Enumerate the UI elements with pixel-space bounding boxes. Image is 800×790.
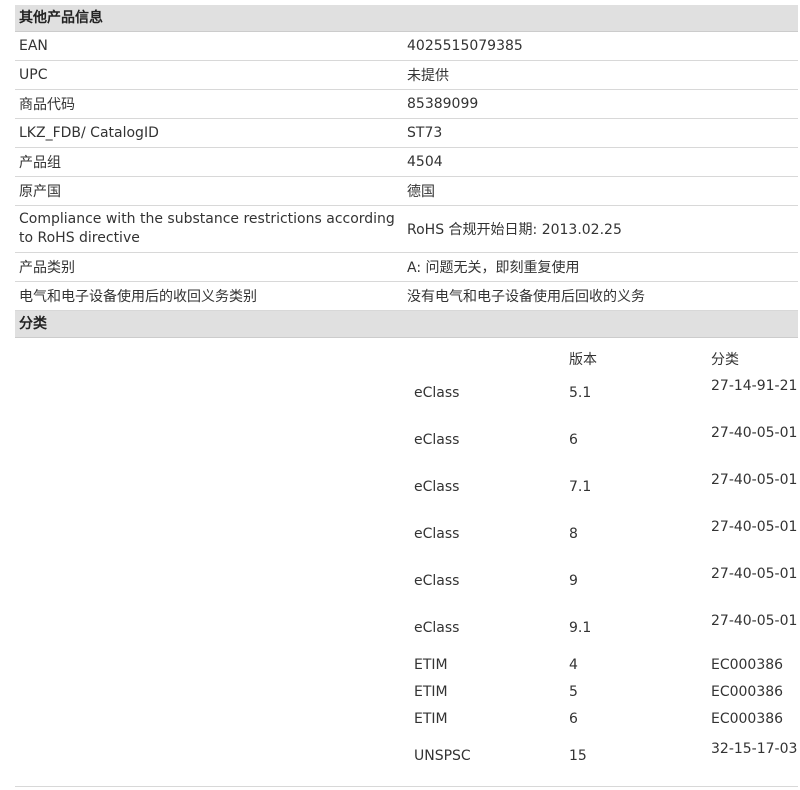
info-label: 产品组 [19, 155, 61, 171]
info-value: 4025515079385 [407, 38, 523, 54]
system-cell: UNSPSC [414, 748, 471, 764]
info-value: 85389099 [407, 96, 479, 112]
class-code-cell: EC000386 [711, 657, 784, 673]
info-label: UPC [19, 67, 48, 83]
info-value: 德国 [407, 184, 435, 200]
info-value: ST73 [407, 125, 443, 141]
version-cell: 7.1 [569, 479, 592, 495]
info-label: LKZ_FDB/ CatalogID [19, 125, 159, 141]
system-cell: eClass [414, 479, 460, 495]
system-cell: eClass [414, 573, 460, 589]
version-cell: 8 [569, 526, 578, 542]
info-row-upc: UPC 未提供 [15, 61, 798, 90]
info-label: Compliance with the substance restrictio… [19, 211, 395, 246]
info-label: 电气和电子设备使用后的收回义务类别 [19, 289, 257, 305]
class-code-cell: 27-40-05-01 [711, 472, 798, 488]
info-label: EAN [19, 38, 48, 54]
class-code-cell: 27-40-05-01 [711, 566, 798, 582]
system-cell: eClass [414, 432, 460, 448]
version-cell: 5.1 [569, 385, 592, 401]
version-cell: 6 [569, 711, 578, 727]
class-code-cell: 32-15-17-03 [711, 741, 798, 757]
info-value: A: 问题无关，即刻重复使用 [407, 260, 580, 276]
class-code-cell: 27-40-05-01 [711, 613, 798, 629]
info-value: 没有电气和电子设备使用后回收的义务 [407, 289, 645, 305]
info-row-product-category: 产品类别 A: 问题无关，即刻重复使用 [15, 253, 798, 282]
classification-table: 版本 分类 eClass 5.1 27-14-91-21 eClass 6 27… [15, 338, 798, 787]
info-value: 4504 [407, 154, 443, 170]
class-code-cell: EC000386 [711, 711, 784, 727]
system-cell: ETIM [414, 711, 448, 727]
info-row-product-code: 商品代码 85389099 [15, 90, 798, 119]
info-row-weee-category: 电气和电子设备使用后的收回义务类别 没有电气和电子设备使用后回收的义务 [15, 282, 798, 311]
version-cell: 5 [569, 684, 578, 700]
system-cell: ETIM [414, 684, 448, 700]
version-cell: 15 [569, 748, 587, 764]
info-row-country-of-origin: 原产国 德国 [15, 177, 798, 206]
class-code-cell: 27-14-91-21 [711, 378, 798, 394]
class-code-cell: EC000386 [711, 684, 784, 700]
product-info-panel: 其他产品信息 EAN 4025515079385 UPC 未提供 商品代码 85… [15, 5, 798, 787]
version-column-header: 版本 [569, 352, 597, 368]
class-code-cell: 27-40-05-01 [711, 519, 798, 535]
system-cell: eClass [414, 385, 460, 401]
system-cell: ETIM [414, 657, 448, 673]
version-cell: 9.1 [569, 620, 592, 636]
info-label: 商品代码 [19, 97, 75, 113]
info-row-catalog-id: LKZ_FDB/ CatalogID ST73 [15, 119, 798, 148]
info-value: 未提供 [407, 68, 449, 84]
info-label: 原产国 [19, 184, 61, 200]
class-column-header: 分类 [711, 352, 739, 368]
class-code-cell: 27-40-05-01 [711, 425, 798, 441]
info-value: RoHS 合规开始日期: 2013.02.25 [407, 222, 622, 238]
classification-header: 分类 [15, 311, 798, 338]
info-row-product-group: 产品组 4504 [15, 148, 798, 177]
other-info-header: 其他产品信息 [15, 5, 798, 32]
version-cell: 9 [569, 573, 578, 589]
version-cell: 4 [569, 657, 578, 673]
info-row-ean: EAN 4025515079385 [15, 32, 798, 61]
version-cell: 6 [569, 432, 578, 448]
system-cell: eClass [414, 526, 460, 542]
info-label: 产品类别 [19, 260, 75, 276]
info-row-rohs: Compliance with the substance restrictio… [15, 206, 798, 253]
system-cell: eClass [414, 620, 460, 636]
